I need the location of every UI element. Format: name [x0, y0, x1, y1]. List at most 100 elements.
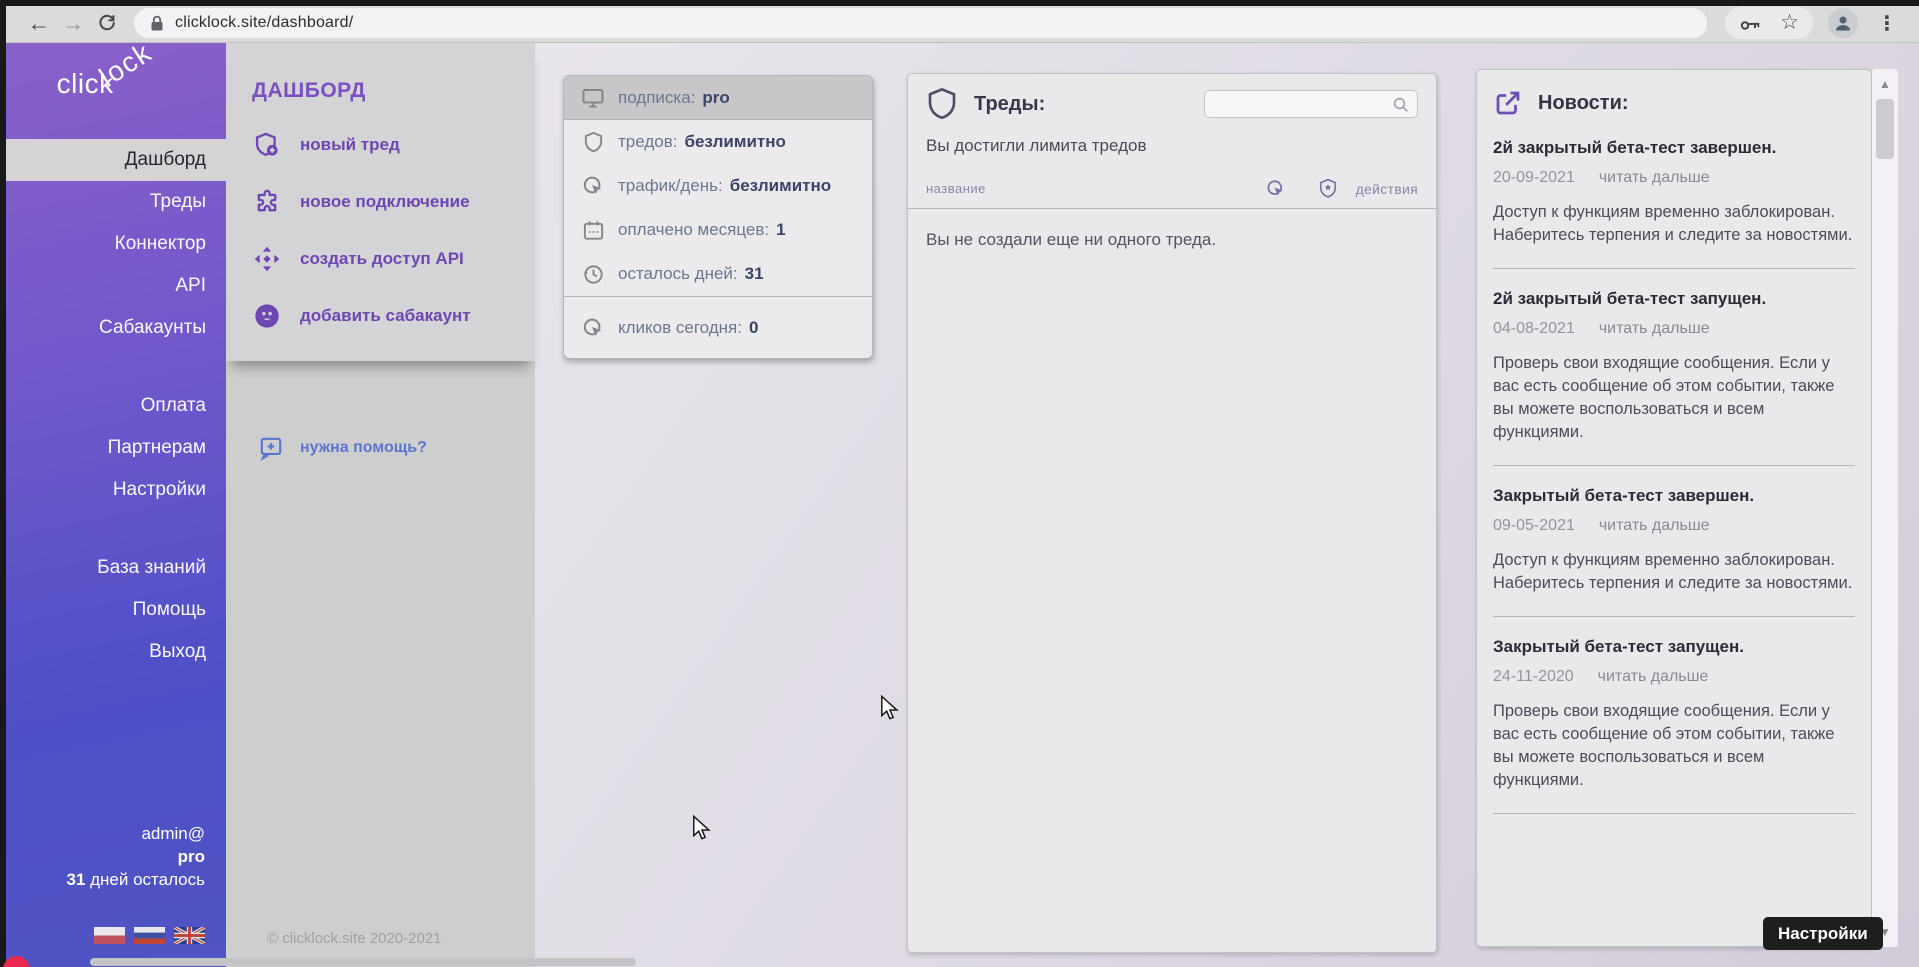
mouse-cursor	[691, 815, 713, 841]
mouse-cursor	[879, 695, 901, 721]
subaccount-person-icon	[252, 301, 282, 331]
window-frame-top	[0, 0, 1919, 6]
action-label: новое подключение	[300, 192, 470, 212]
back-button[interactable]: ←	[22, 8, 56, 38]
news-item-title: 2й закрытый бета-тест запущен.	[1493, 289, 1855, 309]
clicklock-logo[interactable]: clicklock	[0, 43, 226, 119]
page-title: ДАШБОРД	[252, 79, 515, 103]
clock-icon	[580, 261, 606, 287]
profile-avatar[interactable]	[1828, 8, 1858, 38]
lock-icon	[150, 15, 164, 32]
search-icon[interactable]	[1392, 96, 1410, 114]
new-connection-action[interactable]: новое подключение	[252, 187, 515, 217]
need-help-link[interactable]: нужна помощь?	[258, 435, 535, 461]
thread-search-input[interactable]	[1205, 91, 1417, 117]
stat-value: 31	[745, 264, 764, 284]
add-subaccount-action[interactable]: добавить сабакаунт	[252, 301, 515, 331]
news-date: 04-08-2021	[1493, 320, 1575, 338]
window-frame-left	[0, 0, 6, 967]
thread-search-box	[1204, 90, 1418, 118]
sidebar-item-logout[interactable]: Выход	[0, 631, 226, 673]
main-content: подписка: pro тредов: безлимитно трафик/…	[535, 43, 1919, 967]
news-item: 2й закрытый бета-тест запущен. 04-08-202…	[1493, 269, 1855, 466]
dashboard-actions-panel: ДАШБОРД новый тред новое подключение	[226, 43, 535, 361]
settings-tooltip[interactable]: Настройки	[1763, 917, 1883, 950]
sidebar-nav: Дашборд Треды Коннектор API Сабакаунты О…	[0, 139, 226, 673]
stats-row-traffic: трафик/день: безлимитно	[564, 164, 872, 208]
key-icon[interactable]	[1739, 11, 1763, 35]
sidebar-item-threads[interactable]: Треды	[0, 181, 226, 223]
flag-russia-icon[interactable]	[134, 927, 165, 944]
click-filter-icon[interactable]	[1265, 178, 1286, 199]
threads-panel: Треды: Вы достигли лимита тредов названи…	[907, 73, 1437, 953]
refresh-button[interactable]	[90, 12, 124, 34]
news-date: 24-11-2020	[1493, 668, 1574, 686]
account-email: admin@	[66, 822, 205, 845]
news-body: Доступ к функциям временно заблокирован.…	[1493, 201, 1855, 247]
read-more-link[interactable]: читать дальше	[1599, 320, 1710, 338]
copyright: © clicklock.site 2020-2021	[267, 930, 441, 947]
stat-value: 1	[776, 220, 785, 240]
browser-menu-icon[interactable]: ⋮	[1873, 11, 1901, 36]
stat-label: осталось дней:	[618, 264, 738, 284]
refresh-icon	[96, 12, 118, 34]
new-thread-action[interactable]: новый тред	[252, 130, 515, 160]
news-item: Закрытый бета-тест запущен. 24-11-2020 ч…	[1493, 617, 1855, 814]
sidebar-item-payment[interactable]: Оплата	[0, 385, 226, 427]
scrollbar-thumb[interactable]	[1876, 99, 1894, 159]
click-icon	[580, 315, 606, 341]
news-body: Проверь свои входящие сообщения. Если у …	[1493, 700, 1855, 792]
puzzle-icon	[252, 187, 282, 217]
stats-row-months: оплачено месяцев: 1	[564, 208, 872, 252]
sidebar-item-api[interactable]: API	[0, 265, 226, 307]
threads-column-header: название действия	[926, 178, 1418, 199]
person-icon	[1833, 13, 1853, 33]
flag-poland-icon[interactable]	[94, 927, 125, 944]
days-value: 31	[66, 870, 85, 889]
horizontal-scrollbar-thumb[interactable]	[90, 958, 636, 966]
sidebar-item-connector[interactable]: Коннектор	[0, 223, 226, 265]
stats-row-days-left: осталось дней: 31	[564, 252, 872, 296]
click-icon	[580, 173, 606, 199]
sidebar-item-partners[interactable]: Партнерам	[0, 427, 226, 469]
news-item: Закрытый бета-тест завершен. 09-05-2021 …	[1493, 466, 1855, 617]
message-plus-icon	[258, 435, 284, 461]
scroll-up-arrow[interactable]: ▲	[1872, 77, 1898, 91]
stats-header-row: подписка: pro	[564, 76, 872, 120]
external-link-icon	[1493, 88, 1523, 118]
news-title: Новости:	[1538, 92, 1629, 115]
threads-empty-message: Вы не создали еще ни одного треда.	[926, 209, 1418, 250]
monitor-icon	[580, 85, 606, 111]
sidebar-item-knowledge-base[interactable]: База знаний	[0, 547, 226, 589]
create-api-access-action[interactable]: создать доступ API	[252, 244, 515, 274]
shield-star-icon[interactable]	[1318, 178, 1338, 199]
url-bar[interactable]: clicklock.site/dashboard/	[134, 8, 1707, 38]
read-more-link[interactable]: читать дальше	[1598, 668, 1709, 686]
stat-value: безлимитно	[684, 132, 785, 152]
sidebar-item-subaccounts[interactable]: Сабакаунты	[0, 307, 226, 349]
sidebar-item-dashboard[interactable]: Дашборд	[0, 139, 226, 181]
stats-row-clicks-today: кликов сегодня: 0	[564, 296, 872, 358]
dashboard-column: ДАШБОРД новый тред новое подключение	[226, 43, 535, 967]
forward-button[interactable]: →	[56, 8, 90, 38]
stat-label: оплачено месяцев:	[618, 220, 769, 240]
action-label: создать доступ API	[300, 249, 464, 269]
news-body: Доступ к функциям временно заблокирован.…	[1493, 549, 1855, 595]
column-name-label: название	[926, 181, 986, 196]
shield-plus-icon	[252, 130, 282, 160]
sidebar-item-help[interactable]: Помощь	[0, 589, 226, 631]
account-days-left: 31 дней осталось	[66, 868, 205, 891]
language-switcher	[94, 927, 205, 944]
read-more-link[interactable]: читать дальше	[1599, 517, 1710, 535]
sidebar: clicklock Дашборд Треды Коннектор API Са…	[0, 43, 226, 967]
move-arrows-icon	[252, 244, 282, 274]
threads-header: Треды:	[926, 86, 1418, 122]
bookmark-star-icon[interactable]: ☆	[1780, 13, 1799, 33]
sidebar-item-settings[interactable]: Настройки	[0, 469, 226, 511]
news-item-title: Закрытый бета-тест завершен.	[1493, 486, 1855, 506]
stat-label: трафик/день:	[618, 176, 723, 196]
read-more-link[interactable]: читать дальше	[1599, 169, 1710, 187]
news-item: 2й закрытый бета-тест завершен. 20-09-20…	[1493, 118, 1855, 269]
flag-uk-icon[interactable]	[174, 927, 205, 944]
vertical-scrollbar[interactable]: ▲ ▼	[1872, 69, 1898, 947]
